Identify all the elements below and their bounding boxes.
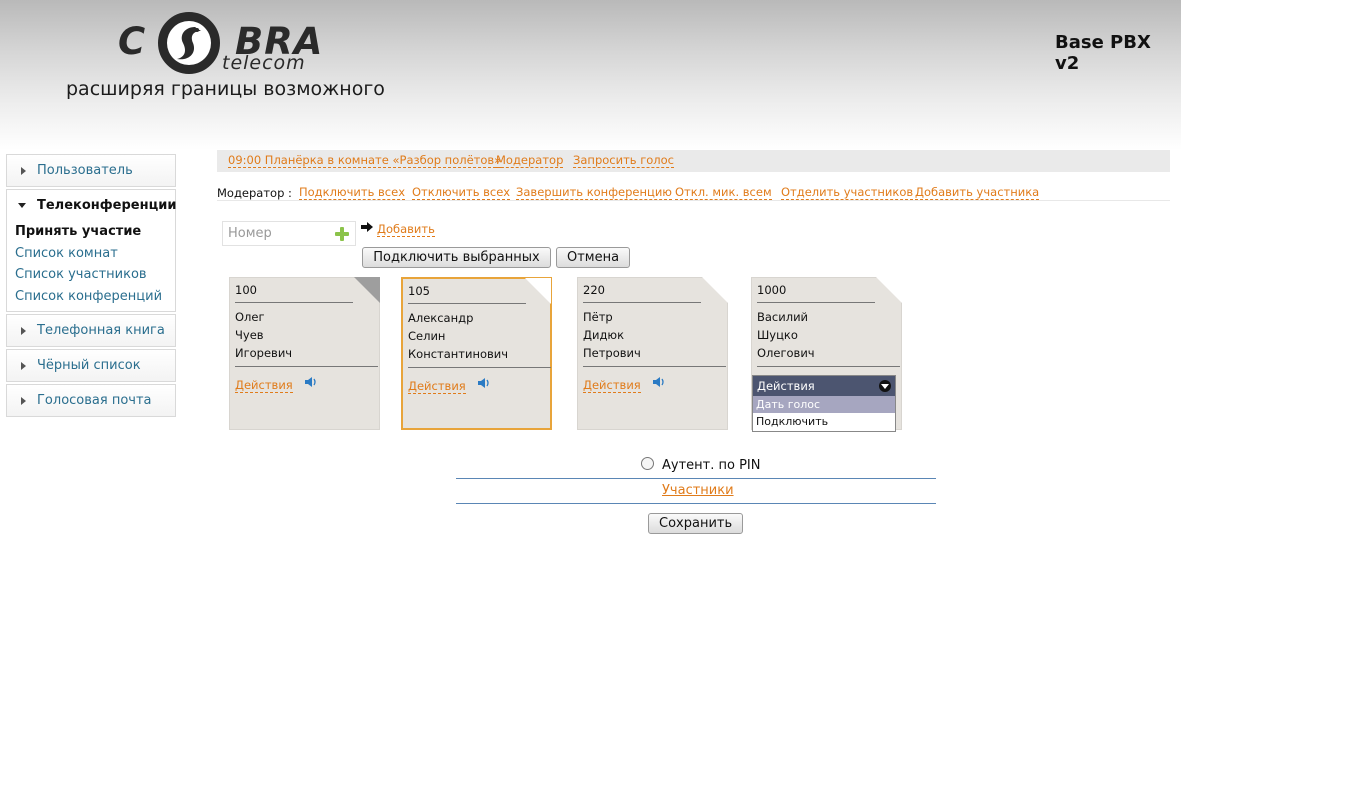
mute-all-link[interactable]: Откл. мик. всем <box>675 186 772 200</box>
sidebar-item-join[interactable]: Принять участие <box>15 221 175 243</box>
card-last-name: Чуев <box>235 328 264 342</box>
triangle-right-icon <box>21 397 26 405</box>
moderator-label: Модератор : <box>217 186 292 200</box>
product-title: Base PBX v2 <box>1055 32 1151 74</box>
sidebar-section-label: Телефонная книга <box>37 323 165 338</box>
sidebar-section-user[interactable]: Пользователь <box>6 154 176 187</box>
card-middle-name: Олегович <box>757 346 815 360</box>
participants-link[interactable]: Участники <box>662 483 734 498</box>
logo-text-c: C <box>118 20 147 63</box>
card-actions-link[interactable]: Действия <box>408 379 466 394</box>
moderator-link[interactable]: Модератор <box>496 154 564 168</box>
conference-info-bar: 09:00 Планёрка в комнате «Разбор полётов… <box>217 150 1170 172</box>
divider <box>456 503 936 504</box>
card-actions-link[interactable]: Действия <box>235 378 293 393</box>
pin-auth-radio[interactable] <box>641 457 654 470</box>
card-corner <box>525 278 551 304</box>
dropdown-option-give-voice[interactable]: Дать голос <box>753 396 895 413</box>
disconnect-all-link[interactable]: Отключить всех <box>412 186 511 200</box>
sidebar-section-voicemail[interactable]: Голосовая почта <box>6 384 176 417</box>
logo-cobra-icon <box>158 12 220 74</box>
participant-card[interactable]: 220 Пётр Дидюк Петрович Действия <box>577 277 728 430</box>
connect-all-link[interactable]: Подключить всех <box>299 186 405 200</box>
card-last-name: Шуцко <box>757 328 798 342</box>
request-voice-link[interactable]: Запросить голос <box>573 154 674 168</box>
triangle-down-icon <box>18 203 26 208</box>
sidebar-item-conferences[interactable]: Список конференций <box>15 286 175 308</box>
participant-card[interactable]: 100 Олег Чуев Игоревич Действия <box>229 277 380 430</box>
separate-participants-link[interactable]: Отделить участников <box>781 186 914 200</box>
card-middle-name: Игоревич <box>235 346 293 360</box>
header: C BRA telecom расширяя границы возможног… <box>0 0 1181 150</box>
card-number: 100 <box>235 283 257 297</box>
card-corner <box>354 277 380 303</box>
card-corner <box>702 277 728 303</box>
save-button[interactable]: Сохранить <box>648 513 743 534</box>
cancel-button[interactable]: Отмена <box>556 247 630 268</box>
meeting-link[interactable]: 09:00 Планёрка в комнате «Разбор полётов… <box>228 154 502 168</box>
sidebar-item-rooms[interactable]: Список комнат <box>15 243 175 265</box>
speaker-icon[interactable] <box>477 376 491 390</box>
divider <box>456 478 936 479</box>
add-participant-link[interactable]: Добавить участника <box>915 186 1040 200</box>
triangle-right-icon <box>21 327 26 335</box>
dropdown-option-connect[interactable]: Подключить <box>753 413 895 430</box>
triangle-right-icon <box>21 167 26 175</box>
sidebar-section-blacklist[interactable]: Чёрный список <box>6 349 176 382</box>
arrow-right-icon <box>361 222 373 232</box>
moderator-actions-row: Модератор : Подключить всех Отключить вс… <box>217 186 1170 201</box>
card-first-name: Олег <box>235 310 265 324</box>
sidebar-item-participants[interactable]: Список участников <box>15 264 175 286</box>
card-number: 1000 <box>757 283 787 297</box>
connect-selected-button[interactable]: Подключить выбранных <box>362 247 551 268</box>
speaker-icon[interactable] <box>652 375 666 389</box>
sidebar-section-label: Телеконференции <box>37 198 177 213</box>
card-first-name: Василий <box>757 310 809 324</box>
sidebar-section-teleconferences[interactable]: Телеконференции Принять участие Список к… <box>6 189 176 312</box>
card-corner <box>876 277 902 303</box>
add-link[interactable]: Добавить <box>377 222 435 237</box>
actions-dropdown-label: Действия <box>757 379 815 393</box>
actions-dropdown[interactable]: Действия Дать голос Подключить <box>752 375 896 432</box>
triangle-right-icon <box>21 362 26 370</box>
sidebar-section-phonebook[interactable]: Телефонная книга <box>6 314 176 347</box>
sidebar-section-label: Голосовая почта <box>37 393 152 408</box>
cobra-telecom-logo[interactable]: C BRA telecom <box>118 12 333 76</box>
card-actions-link[interactable]: Действия <box>583 378 641 393</box>
pin-auth-label: Аутент. по PIN <box>662 458 761 473</box>
card-first-name: Пётр <box>583 310 613 324</box>
plus-icon[interactable] <box>334 226 350 242</box>
card-first-name: Александр <box>408 311 474 325</box>
card-middle-name: Петрович <box>583 346 641 360</box>
logo-telecom: telecom <box>222 52 306 74</box>
end-conference-link[interactable]: Завершить конференцию <box>516 186 672 200</box>
card-middle-name: Константинович <box>408 347 509 361</box>
sidebar-section-label: Чёрный список <box>37 358 141 373</box>
card-last-name: Дидюк <box>583 328 625 342</box>
sidebar: Пользователь Телеконференции Принять уча… <box>6 154 176 419</box>
card-last-name: Селин <box>408 329 446 343</box>
speaker-icon[interactable] <box>304 375 318 389</box>
actions-dropdown-head[interactable]: Действия <box>753 376 895 396</box>
sidebar-section-label: Пользователь <box>37 163 133 178</box>
card-number: 220 <box>583 283 605 297</box>
card-number: 105 <box>408 284 430 298</box>
tagline: расширяя границы возможного <box>66 78 385 100</box>
chevron-down-icon[interactable] <box>879 380 891 392</box>
participant-card-selected[interactable]: 105 Александр Селин Константинович Дейст… <box>401 277 552 430</box>
